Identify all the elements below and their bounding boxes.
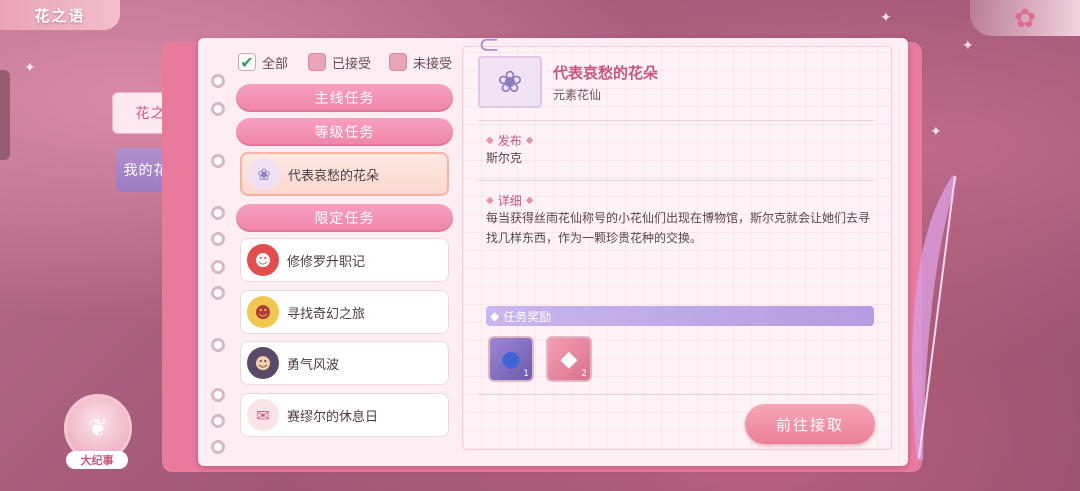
category-limited[interactable]: 限定任务 <box>236 204 453 232</box>
ring <box>211 206 225 220</box>
ring <box>211 286 225 300</box>
quest-item[interactable]: ☻ 勇气风波 <box>240 341 449 385</box>
publish-label: ◆ 发布 ◆ <box>486 132 533 149</box>
sparkle-icon: ✦ <box>930 124 942 140</box>
letter-icon: ✉ <box>247 399 279 431</box>
ring <box>211 154 225 168</box>
diamond-icon: ◆ <box>486 195 494 206</box>
sparkle-icon: ✦ <box>962 38 974 54</box>
divider <box>478 394 874 395</box>
page-title: 花之语 <box>0 0 120 30</box>
feather-icon <box>912 175 957 460</box>
diamond-icon: ◆ <box>525 195 534 206</box>
reward-count: 1 <box>523 369 529 379</box>
capped-character-icon: ☻ <box>247 347 279 379</box>
ring <box>211 232 225 246</box>
hydrangea-icon: ❀ <box>478 56 542 108</box>
ring <box>211 440 225 454</box>
quest-item[interactable]: ✉ 赛缪尔的休息日 <box>240 393 449 437</box>
potion-bottle-icon: ● <box>501 346 521 372</box>
reward-header: ◆ 任务奖励 <box>486 306 874 326</box>
close-button[interactable]: ✿ <box>1010 4 1040 34</box>
filter-not-accepted[interactable]: 未接受 <box>389 52 452 72</box>
publisher-name: 斯尔克 <box>486 151 523 165</box>
book-unicorn-icon: ❦ <box>87 414 109 442</box>
reward-count: 2 <box>581 369 587 379</box>
diamond-icon: ◆ <box>490 309 500 323</box>
ring <box>211 260 225 274</box>
quest-title: 寻找奇幻之旅 <box>287 306 366 322</box>
notebook-rings <box>211 60 225 460</box>
quest-detail-subtitle: 元素花仙 <box>553 88 602 102</box>
diamond-icon: ◆ <box>486 135 494 146</box>
filter-accepted[interactable]: 已接受 <box>308 52 371 72</box>
filter-label: 全部 <box>262 56 289 72</box>
quest-detail-title: 代表哀愁的花朵 <box>553 64 659 82</box>
filter-all[interactable]: ✔ 全部 <box>238 52 288 72</box>
quest-title: 勇气风波 <box>287 357 340 373</box>
red-hair-character-icon: ☻ <box>247 244 279 276</box>
detail-label-text: 详细 <box>497 194 522 208</box>
divider <box>478 180 874 181</box>
pink-gem-icon: ◆ <box>560 346 578 372</box>
quest-title: 代表哀愁的花朵 <box>288 168 380 184</box>
quest-item[interactable]: ❀ 代表哀愁的花朵 <box>240 152 449 196</box>
quest-title: 修修罗升职记 <box>287 254 366 270</box>
ring <box>211 74 225 88</box>
category-main[interactable]: 主线任务 <box>236 84 453 112</box>
filter-label: 未接受 <box>413 56 453 72</box>
ring <box>211 388 225 402</box>
publish-label-text: 发布 <box>497 134 522 148</box>
ring <box>211 102 225 116</box>
reward-label: 任务奖励 <box>503 309 552 324</box>
quest-item[interactable]: ☻ 寻找奇幻之旅 <box>240 290 449 334</box>
sparkle-icon: ✦ <box>880 10 892 26</box>
flower-close-icon: ✿ <box>1014 4 1036 34</box>
quest-item[interactable]: ☻ 修修罗升职记 <box>240 238 449 282</box>
sparkle-icon: ✦ <box>24 60 36 76</box>
category-level[interactable]: 等级任务 <box>236 118 453 146</box>
detail-label: ◆ 详细 ◆ <box>486 192 533 209</box>
reward-item[interactable]: ● 1 <box>488 336 534 382</box>
ring <box>211 338 225 352</box>
ring <box>211 414 225 428</box>
chronicle-label: 大纪事 <box>66 451 128 469</box>
blonde-character-icon: ☻ <box>247 296 279 328</box>
diamond-icon: ◆ <box>525 135 534 146</box>
checkmark-icon: ✔ <box>238 53 256 72</box>
checkbox <box>308 53 326 71</box>
quest-title: 赛缪尔的休息日 <box>287 409 379 425</box>
filter-label: 已接受 <box>332 56 372 72</box>
divider <box>478 120 874 121</box>
reward-item[interactable]: ◆ 2 <box>546 336 592 382</box>
hydrangea-icon: ❀ <box>248 158 280 190</box>
checkbox <box>389 53 407 71</box>
left-edge-decoration <box>0 70 10 160</box>
quest-description: 每当获得丝雨花仙称号的小花仙们出现在博物馆，斯尔克就会让她们去寻找几样东西，作为… <box>486 211 871 245</box>
accept-quest-button[interactable]: 前往接取 <box>745 404 875 444</box>
